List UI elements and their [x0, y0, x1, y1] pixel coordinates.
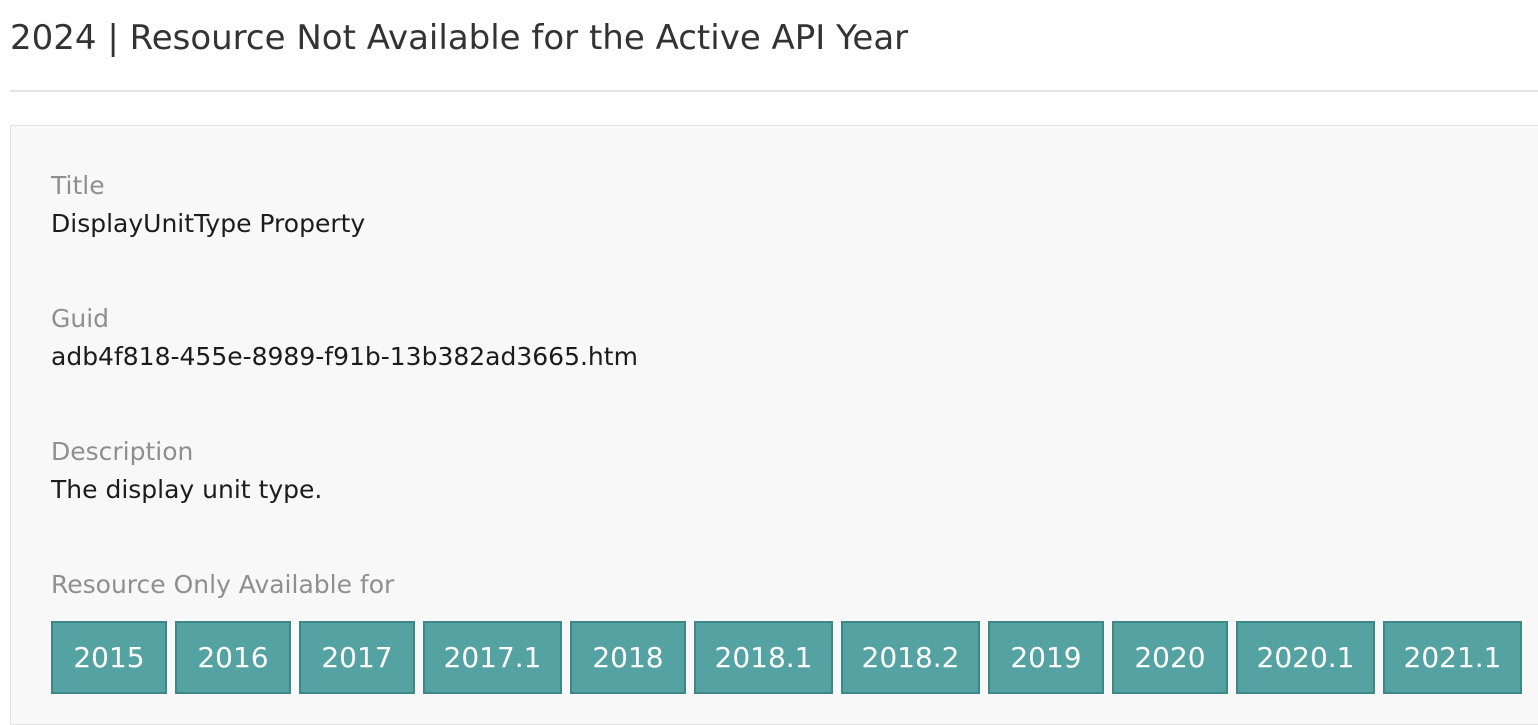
- title-label: Title: [51, 171, 105, 200]
- year-button-2019[interactable]: 2019: [988, 621, 1104, 694]
- year-button-2017-1[interactable]: 2017.1: [423, 621, 562, 694]
- guid-value: adb4f818-455e-8989-f91b-13b382ad3665.htm: [51, 342, 638, 371]
- availability-label: Resource Only Available for: [51, 570, 395, 599]
- guid-label: Guid: [51, 304, 110, 333]
- year-button-2017[interactable]: 2017: [299, 621, 415, 694]
- year-button-2018-1[interactable]: 2018.1: [694, 621, 833, 694]
- description-field: Description The display unit type.: [51, 434, 322, 510]
- resource-details-card: Title DisplayUnitType Property Guid adb4…: [10, 125, 1538, 725]
- availability-field: Resource Only Available for: [51, 567, 394, 603]
- description-value: The display unit type.: [51, 475, 323, 504]
- title-value: DisplayUnitType Property: [51, 209, 366, 238]
- year-button-2018[interactable]: 2018: [570, 621, 686, 694]
- year-button-2021-1[interactable]: 2021.1: [1383, 621, 1522, 694]
- description-label: Description: [51, 437, 194, 466]
- year-button-2020-1[interactable]: 2020.1: [1236, 621, 1375, 694]
- year-button-2018-2[interactable]: 2018.2: [841, 621, 980, 694]
- title-field: Title DisplayUnitType Property: [51, 168, 365, 244]
- year-button-2020[interactable]: 2020: [1112, 621, 1228, 694]
- year-button-2016[interactable]: 2016: [175, 621, 291, 694]
- page-header: 2024 | Resource Not Available for the Ac…: [10, 0, 1538, 92]
- year-button-2015[interactable]: 2015: [51, 621, 167, 694]
- year-button-list: 2015 2016 2017 2017.1 2018 2018.1 2018.2…: [51, 621, 1522, 694]
- guid-field: Guid adb4f818-455e-8989-f91b-13b382ad366…: [51, 301, 638, 377]
- page-title: 2024 | Resource Not Available for the Ac…: [10, 18, 909, 58]
